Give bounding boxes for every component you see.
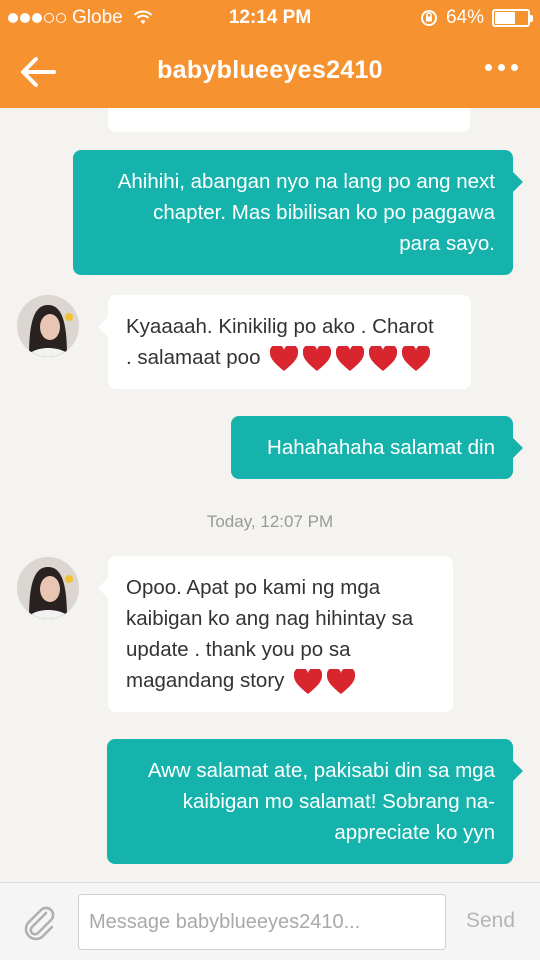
outgoing-message[interactable]: Ahihihi, abangan nyo na lang po ang next…	[73, 150, 523, 275]
incoming-message[interactable]: Kyaaaah. Kinikilig po ako . Charot . sal…	[98, 295, 471, 389]
heart-icon	[270, 345, 299, 371]
heart-icon	[294, 668, 323, 694]
battery-percent: 64%	[445, 7, 484, 28]
message-line: Hahahahaha salamat din	[267, 436, 495, 459]
message-line: Aww salamat ate, pakisabi din sa mga	[147, 759, 495, 782]
message-composer: Send	[0, 882, 540, 960]
message-line: kaibigan ko ang nag hihintay sa	[126, 607, 414, 630]
heart-icon	[402, 345, 431, 371]
incoming-message[interactable]: Opoo. Apat po kami ng mga kaibigan ko an…	[98, 556, 453, 712]
avatar[interactable]	[17, 557, 79, 619]
timestamp-divider: Today, 12:07 PM	[206, 512, 334, 531]
message-line-with-hearts: . salamaat poo	[126, 342, 453, 373]
message-line: magandang story	[126, 669, 285, 692]
heart-icon	[369, 345, 398, 371]
send-button[interactable]: Send	[466, 909, 515, 933]
rotation-lock-icon	[420, 10, 437, 26]
heart-emojis	[294, 668, 356, 695]
heart-emojis	[270, 345, 431, 372]
message-list[interactable]: Ahihihi, abangan nyo na lang po ang next…	[0, 108, 540, 882]
paperclip-icon[interactable]	[20, 903, 58, 941]
more-options-icon[interactable]	[485, 64, 518, 71]
outgoing-message[interactable]: Aww salamat ate, pakisabi din sa mga kai…	[107, 739, 523, 864]
message-input[interactable]	[78, 894, 446, 950]
avatar[interactable]	[17, 295, 79, 357]
message-line: update . thank you po sa	[126, 638, 351, 661]
heart-icon	[303, 345, 332, 371]
message-line: para sayo.	[399, 232, 495, 255]
message-line: Opoo. Apat po kami ng mga	[126, 576, 381, 599]
message-line: kaibigan mo salamat! Sobrang na-	[182, 790, 495, 813]
message-bubble-partial	[108, 108, 470, 132]
avatar-image	[17, 295, 79, 357]
message-line: . salamaat poo	[126, 346, 261, 369]
message-line: Ahihihi, abangan nyo na lang po ang next	[117, 170, 495, 193]
message-line-with-hearts: magandang story	[126, 665, 435, 696]
battery-icon	[492, 9, 533, 27]
avatar-image	[17, 557, 79, 619]
heart-icon	[327, 668, 356, 694]
battery-level	[495, 12, 515, 24]
message-line: appreciate ko yyn	[334, 821, 495, 844]
message-line: chapter. Mas bibilisan ko po paggawa	[153, 201, 495, 224]
heart-icon	[336, 345, 365, 371]
outgoing-message[interactable]: Hahahahaha salamat din	[231, 416, 523, 479]
conversation-header: babyblueeyes2410	[0, 36, 540, 108]
status-bar: Globe 12:14 PM 64%	[0, 0, 540, 36]
message-line: Kyaaaah. Kinikilig po ako . Charot	[126, 315, 434, 338]
status-right: 64%	[420, 7, 533, 29]
conversation-title: babyblueeyes2410	[157, 56, 383, 84]
